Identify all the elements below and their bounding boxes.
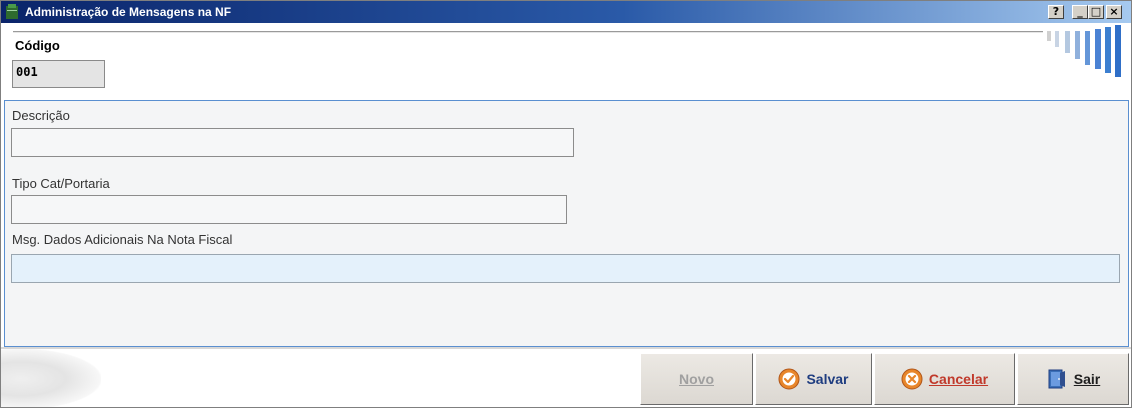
check-circle-icon xyxy=(778,368,800,390)
msg-dados-input[interactable] xyxy=(11,254,1120,283)
help-button[interactable]: ? xyxy=(1048,5,1064,19)
maximize-button[interactable]: □ xyxy=(1088,5,1104,19)
descricao-label: Descrição xyxy=(12,108,70,123)
footer-divider xyxy=(1,347,1131,349)
decorative-bars-icon xyxy=(1047,25,1121,77)
decorative-swirl xyxy=(1,349,101,407)
codigo-label: Código xyxy=(15,38,60,53)
main-window: Administração de Mensagens na NF ? _ □ ×… xyxy=(0,0,1132,408)
tipo-cat-label: Tipo Cat/Portaria xyxy=(12,176,110,191)
codigo-field[interactable]: 001 xyxy=(12,60,105,88)
header-divider xyxy=(13,31,1043,34)
descricao-input[interactable] xyxy=(11,128,574,157)
salvar-button[interactable]: Salvar xyxy=(755,353,872,405)
salvar-button-label: Salvar xyxy=(806,371,849,387)
form-panel: Descrição Tipo Cat/Portaria Msg. Dados A… xyxy=(4,100,1129,347)
minimize-button[interactable]: _ xyxy=(1072,5,1088,19)
sair-button-label: Sair xyxy=(1073,371,1101,387)
cancelar-button[interactable]: Cancelar xyxy=(874,353,1015,405)
tipo-cat-input[interactable] xyxy=(11,195,567,224)
close-button[interactable]: × xyxy=(1106,5,1122,19)
cancel-circle-icon xyxy=(901,368,923,390)
title-bar[interactable]: Administração de Mensagens na NF ? _ □ × xyxy=(1,1,1131,23)
novo-button-label: Novo xyxy=(679,371,714,387)
cancelar-button-label: Cancelar xyxy=(928,371,989,387)
window-title: Administração de Mensagens na NF xyxy=(25,5,232,19)
msg-dados-label: Msg. Dados Adicionais Na Nota Fiscal xyxy=(12,232,233,247)
novo-button[interactable]: Novo xyxy=(640,353,753,405)
app-icon xyxy=(6,4,18,19)
sair-button[interactable]: Sair xyxy=(1017,353,1129,405)
door-exit-icon xyxy=(1048,369,1065,389)
